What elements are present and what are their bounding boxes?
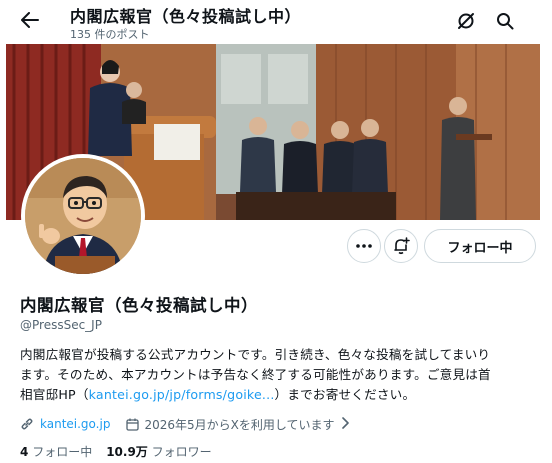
- more-button[interactable]: [347, 229, 381, 263]
- page-edge: [540, 44, 552, 463]
- handle: @PressSec_JP: [20, 318, 102, 332]
- following-stat[interactable]: 4 フォロー中: [20, 445, 92, 459]
- following-button[interactable]: フォロー中: [424, 229, 536, 263]
- search-icon: [497, 13, 514, 30]
- grok-button[interactable]: [455, 10, 477, 32]
- follow-stats: 4 フォロー中 10.9万 フォロワー: [20, 443, 212, 460]
- arrow-left-icon: [21, 12, 39, 28]
- bio: 内閣広報官が投稿する公式アカウントです。引き続き、色々な投稿を試してまいり ます…: [20, 345, 530, 405]
- back-button[interactable]: [16, 8, 44, 32]
- following-button-label: フォロー中: [447, 240, 513, 256]
- chevron-right-icon[interactable]: [341, 416, 349, 432]
- website-link[interactable]: kantei.go.jp: [40, 417, 110, 431]
- more-horizontal-icon: [356, 244, 372, 248]
- following-count: 4: [20, 445, 29, 459]
- grok-icon: [458, 13, 474, 29]
- joined-date: 2026年5月からXを利用しています: [144, 417, 335, 432]
- display-name: 内閣広報官（色々投稿試し中）: [20, 296, 258, 315]
- bio-line: 相官邸HP（kantei.go.jp/jp/forms/goike...）までお…: [20, 385, 530, 405]
- followers-label: フォロワー: [151, 445, 212, 459]
- profile-meta: kantei.go.jp 2026年5月からXを利用しています: [20, 414, 349, 434]
- profile-header: 内閣広報官（色々投稿試し中） 135 件のポスト: [0, 0, 552, 44]
- bio-text: ）までお寄せください。: [274, 387, 416, 402]
- header-title: 内閣広報官（色々投稿試し中）: [70, 7, 302, 26]
- notify-button[interactable]: [384, 229, 418, 263]
- bio-text: 相官邸HP（: [20, 387, 89, 402]
- avatar-image: [25, 158, 141, 274]
- avatar[interactable]: [21, 154, 145, 278]
- bio-line: 内閣広報官が投稿する公式アカウントです。引き続き、色々な投稿を試してまいり: [20, 347, 491, 362]
- link-icon: [20, 417, 34, 431]
- post-count: 135 件のポスト: [70, 28, 150, 41]
- bell-plus-icon: [394, 237, 410, 255]
- bio-link[interactable]: kantei.go.jp/jp/forms/goike...: [89, 387, 275, 402]
- bio-line: ます。そのため、本アカウントは予告なく終了する可能性があります。ご意見は首: [20, 367, 491, 382]
- calendar-icon: [126, 418, 140, 431]
- followers-count: 10.9万: [106, 445, 148, 459]
- search-button[interactable]: [494, 10, 516, 32]
- following-label: フォロー中: [32, 445, 93, 459]
- followers-stat[interactable]: 10.9万 フォロワー: [106, 445, 211, 459]
